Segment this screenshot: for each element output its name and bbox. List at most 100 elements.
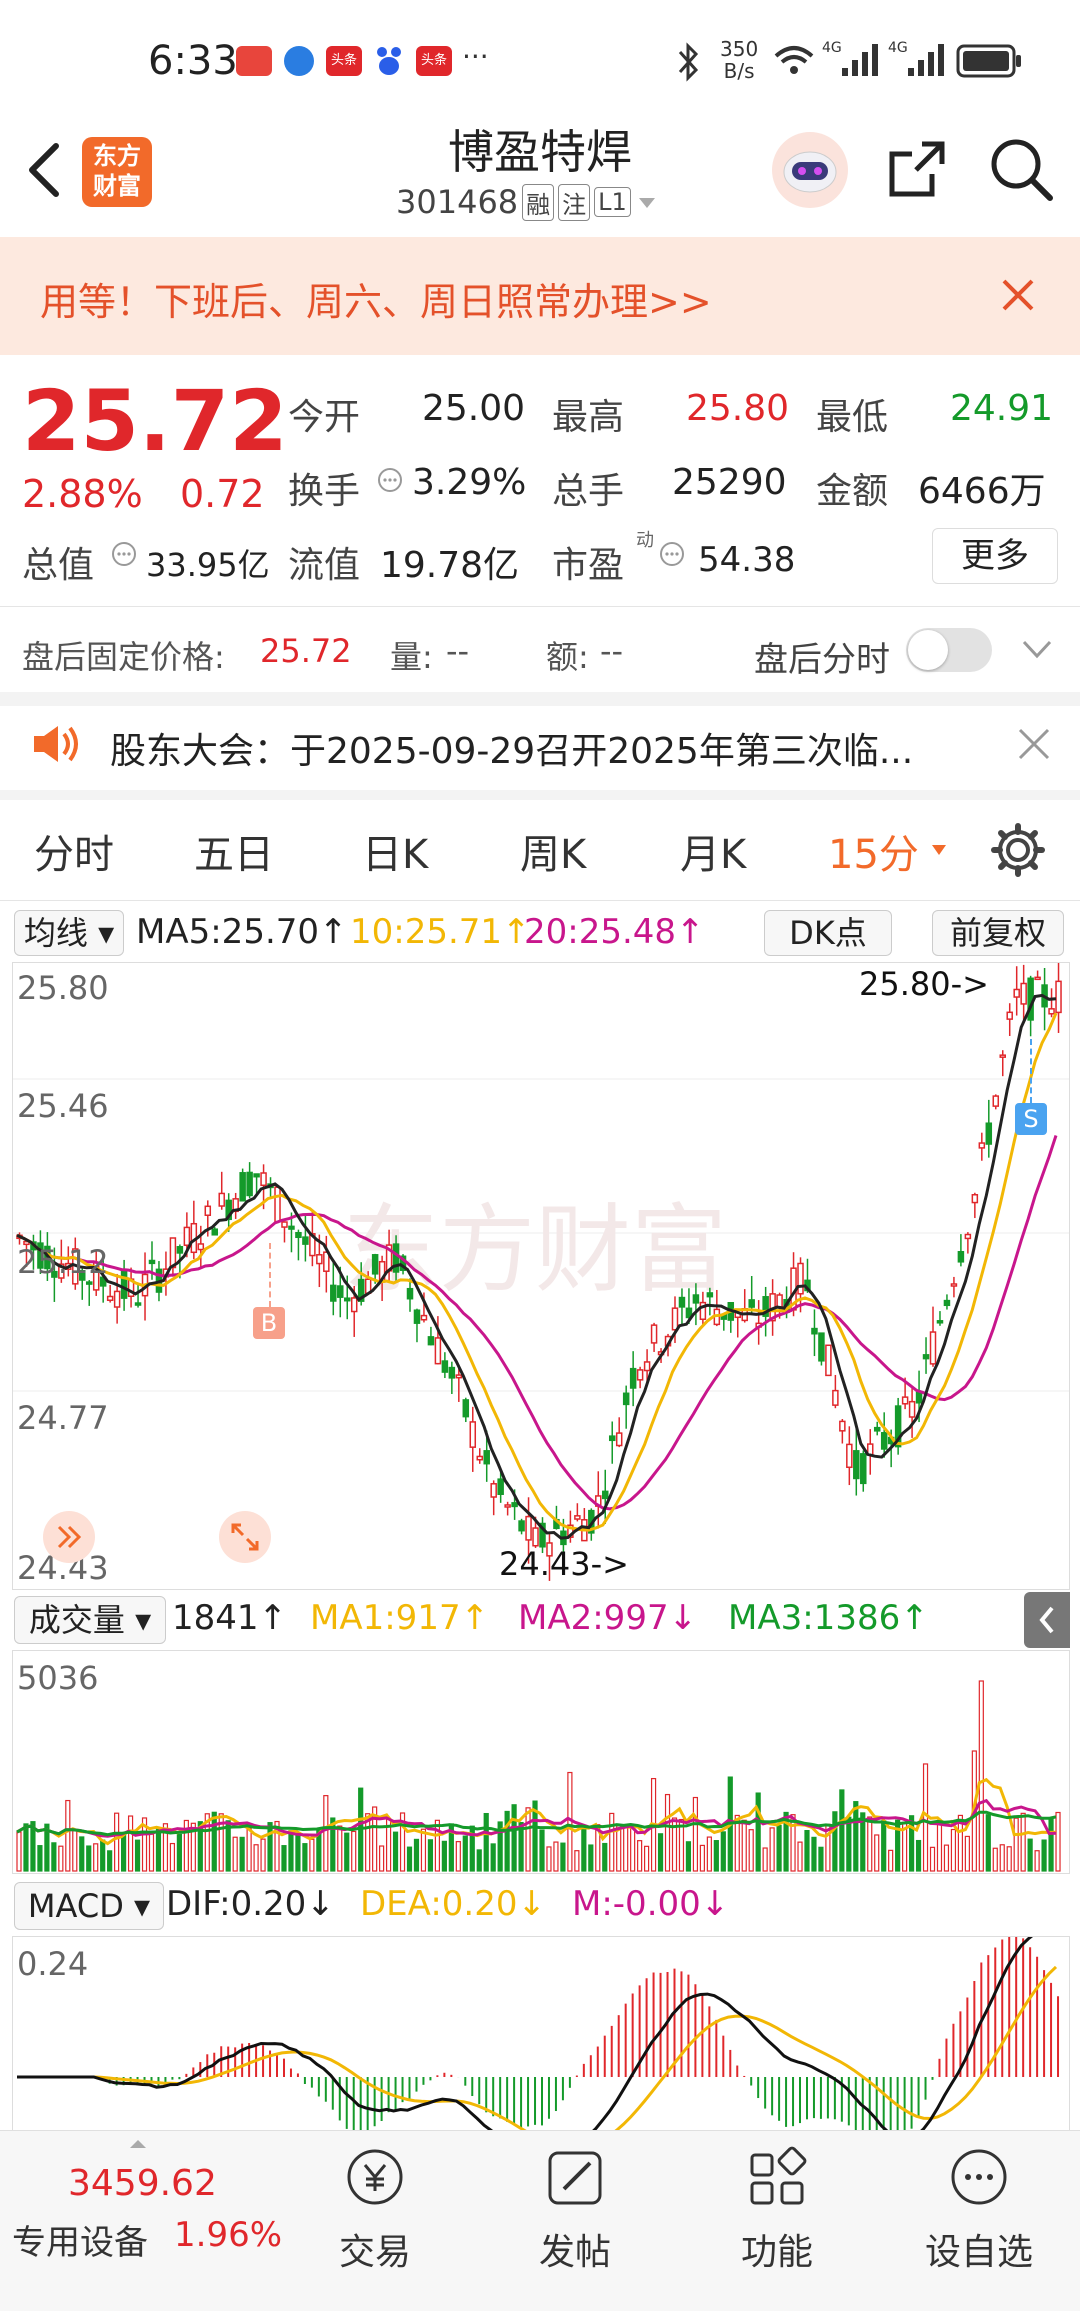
candle-body — [532, 1527, 539, 1547]
macd-indicator-selector[interactable]: MACD ▾ — [14, 1882, 164, 1930]
tab-five-day[interactable]: 五日 — [194, 822, 274, 880]
volume-bar — [37, 1845, 43, 1872]
after-hours-amt: -- — [600, 632, 624, 670]
volume-bar — [637, 1840, 643, 1872]
volume-bar — [929, 1846, 936, 1872]
macd-chart-area[interactable]: 0.24 — [12, 1936, 1070, 2131]
candle-body — [302, 1236, 309, 1245]
caret-down-icon[interactable] — [930, 842, 948, 861]
candle-body — [901, 1396, 909, 1405]
volume-bar — [699, 1844, 705, 1872]
share-icon[interactable] — [882, 134, 952, 208]
candle-body — [490, 1483, 497, 1498]
candle-body — [497, 1478, 504, 1495]
volume-bar — [1041, 1839, 1047, 1872]
watch-tag: 注 — [558, 183, 591, 221]
nav-trade[interactable]: 交易 — [300, 2141, 450, 2301]
volume-bar — [832, 1811, 838, 1872]
expand-right-icon[interactable] — [43, 1511, 95, 1563]
nav-functions[interactable]: 功能 — [702, 2141, 852, 2301]
nav-functions-label[interactable]: 功能 — [702, 2223, 852, 2275]
info-icon[interactable] — [376, 466, 404, 498]
search-icon[interactable] — [986, 134, 1056, 208]
volume-bar — [992, 1847, 998, 1872]
eastmoney-logo[interactable]: 东方 财富 — [82, 137, 152, 207]
more-button[interactable]: 更多 — [932, 528, 1058, 584]
tab-intraday[interactable]: 分时 — [34, 822, 114, 880]
bluetooth-icon — [676, 42, 700, 86]
promo-text[interactable]: 用等！下班后、周六、周日照常办理>> — [40, 271, 712, 326]
candle-body — [288, 1225, 295, 1230]
tab-daily-k[interactable]: 日K — [362, 822, 428, 880]
volume-bar — [1027, 1838, 1033, 1872]
indicator-selector[interactable]: 均线 ▾ — [14, 910, 124, 956]
tab-weekly-k[interactable]: 周K — [520, 822, 586, 880]
volume-bar — [915, 1839, 922, 1872]
y-axis-label-2: 25.46 — [17, 1087, 109, 1125]
macd-chart[interactable] — [13, 1937, 1069, 2131]
volume-bar — [51, 1842, 57, 1872]
candle-body — [204, 1205, 212, 1216]
candle-body — [950, 1283, 958, 1287]
nav-add-watchlist-label[interactable]: 设自选 — [904, 2223, 1054, 2275]
volume-bar — [560, 1842, 566, 1872]
announcement-text[interactable]: 股东大会：于2025-09-29召开2025年第三次临... — [110, 722, 913, 774]
dk-point-button[interactable]: DK点 — [764, 910, 892, 956]
volume-bar — [379, 1845, 385, 1872]
candle-body — [392, 1243, 400, 1273]
stock-name: 博盈特焊 — [448, 125, 632, 179]
kline-chart-area[interactable]: 东方财富 25.80 25.46 25.12 24.77 24.43 25.80… — [12, 962, 1070, 1590]
candle-body — [183, 1226, 191, 1246]
chevron-down-icon[interactable] — [1020, 636, 1054, 668]
after-hours-vol: -- — [446, 632, 470, 670]
candle-body — [985, 1122, 993, 1145]
volume-chart[interactable] — [13, 1651, 1069, 1873]
promo-banner[interactable]: 用等！下班后、周六、周日照常办理>> — [0, 237, 1080, 355]
close-icon[interactable] — [1014, 724, 1054, 768]
stock-code: 301468 — [396, 183, 519, 221]
sell-mark[interactable]: S — [1015, 1103, 1047, 1135]
index-name[interactable]: 专用设备 — [12, 2215, 148, 2264]
volume-bar — [950, 1828, 957, 1872]
volume-indicator-selector[interactable]: 成交量 ▾ — [14, 1596, 166, 1644]
nav-post[interactable]: 发帖 — [500, 2141, 650, 2301]
close-icon[interactable] — [998, 275, 1038, 319]
volume-bar — [546, 1846, 552, 1872]
adjust-price-button[interactable]: 前复权 — [932, 910, 1064, 956]
settings-gear-icon[interactable] — [990, 822, 1046, 882]
collapse-panel-icon[interactable] — [1024, 1592, 1070, 1648]
nav-post-label[interactable]: 发帖 — [500, 2223, 650, 2275]
index-value[interactable]: 3459.62 — [68, 2163, 217, 2204]
after-hours-toggle[interactable] — [906, 628, 992, 672]
back-arrow-icon[interactable] — [22, 140, 66, 204]
tab-15min[interactable]: 15分 — [828, 822, 919, 880]
volume-chart-area[interactable]: 5036 — [12, 1650, 1070, 1874]
candle-body — [476, 1455, 483, 1461]
candle-body — [908, 1400, 916, 1418]
volume-bar — [692, 1796, 699, 1872]
info-icon[interactable] — [658, 540, 686, 572]
fullscreen-icon[interactable] — [219, 1511, 271, 1563]
candle-body — [929, 1331, 937, 1365]
index-percent[interactable]: 1.96% — [174, 2215, 282, 2255]
volume-bar — [881, 1820, 887, 1872]
info-icon[interactable] — [110, 540, 138, 572]
volume-bar — [1055, 1811, 1061, 1872]
volume-bar — [232, 1836, 238, 1872]
ai-assistant-icon[interactable] — [772, 132, 848, 208]
buy-mark[interactable]: B — [253, 1307, 285, 1339]
wifi-icon — [774, 44, 814, 80]
candle-body — [176, 1246, 184, 1254]
nav-trade-label[interactable]: 交易 — [300, 2223, 450, 2275]
nav-add-watchlist[interactable]: 设自选 — [904, 2141, 1054, 2301]
volume-bar — [434, 1819, 440, 1872]
kline-chart[interactable]: 东方财富 — [13, 963, 1069, 1589]
volume-bar — [588, 1844, 594, 1872]
dropdown-icon[interactable] — [635, 192, 659, 212]
volume-bar — [657, 1833, 664, 1872]
candle-body — [511, 1502, 518, 1508]
candle-body — [281, 1221, 288, 1228]
tab-monthly-k[interactable]: 月K — [680, 822, 746, 880]
volume-bar — [741, 1819, 747, 1872]
more-notifications: ··· — [462, 40, 489, 73]
